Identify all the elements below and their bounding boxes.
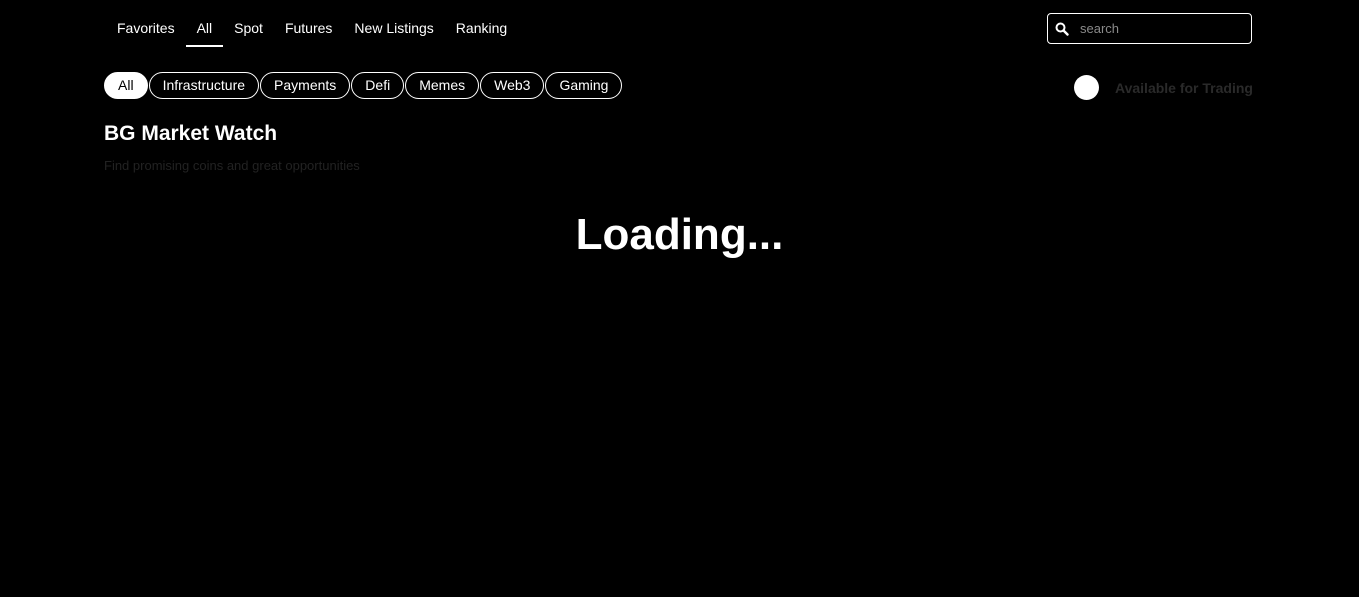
search-box[interactable]	[1047, 13, 1252, 44]
available-for-trading-toggle[interactable]: Available for Trading	[1074, 75, 1253, 100]
category-all[interactable]: All	[104, 72, 148, 99]
category-memes[interactable]: Memes	[405, 72, 480, 99]
category-filter: All Infrastructure Payments Defi Memes W…	[104, 72, 623, 99]
tab-ranking[interactable]: Ranking	[445, 12, 518, 46]
category-web3[interactable]: Web3	[480, 72, 545, 99]
loading-indicator: Loading...	[575, 210, 784, 259]
tab-new-listings[interactable]: New Listings	[343, 12, 444, 46]
page-subtitle: Find promising coins and great opportuni…	[104, 158, 360, 173]
page: Favorites All Spot Futures New Listings …	[0, 0, 1359, 597]
category-gaming[interactable]: Gaming	[545, 72, 623, 99]
category-infrastructure[interactable]: Infrastructure	[148, 72, 260, 99]
search-input[interactable]	[1078, 20, 1242, 37]
search-icon	[1054, 21, 1070, 37]
market-nav-tabs: Favorites All Spot Futures New Listings …	[106, 12, 518, 47]
category-defi[interactable]: Defi	[351, 72, 405, 99]
toggle-switch[interactable]	[1074, 75, 1099, 100]
category-payments[interactable]: Payments	[260, 72, 351, 99]
tab-futures[interactable]: Futures	[274, 12, 343, 46]
toggle-label: Available for Trading	[1115, 79, 1253, 96]
page-title: BG Market Watch	[104, 122, 278, 145]
tab-spot[interactable]: Spot	[223, 12, 274, 46]
tab-favorites[interactable]: Favorites	[106, 12, 186, 46]
tab-all[interactable]: All	[185, 12, 224, 47]
